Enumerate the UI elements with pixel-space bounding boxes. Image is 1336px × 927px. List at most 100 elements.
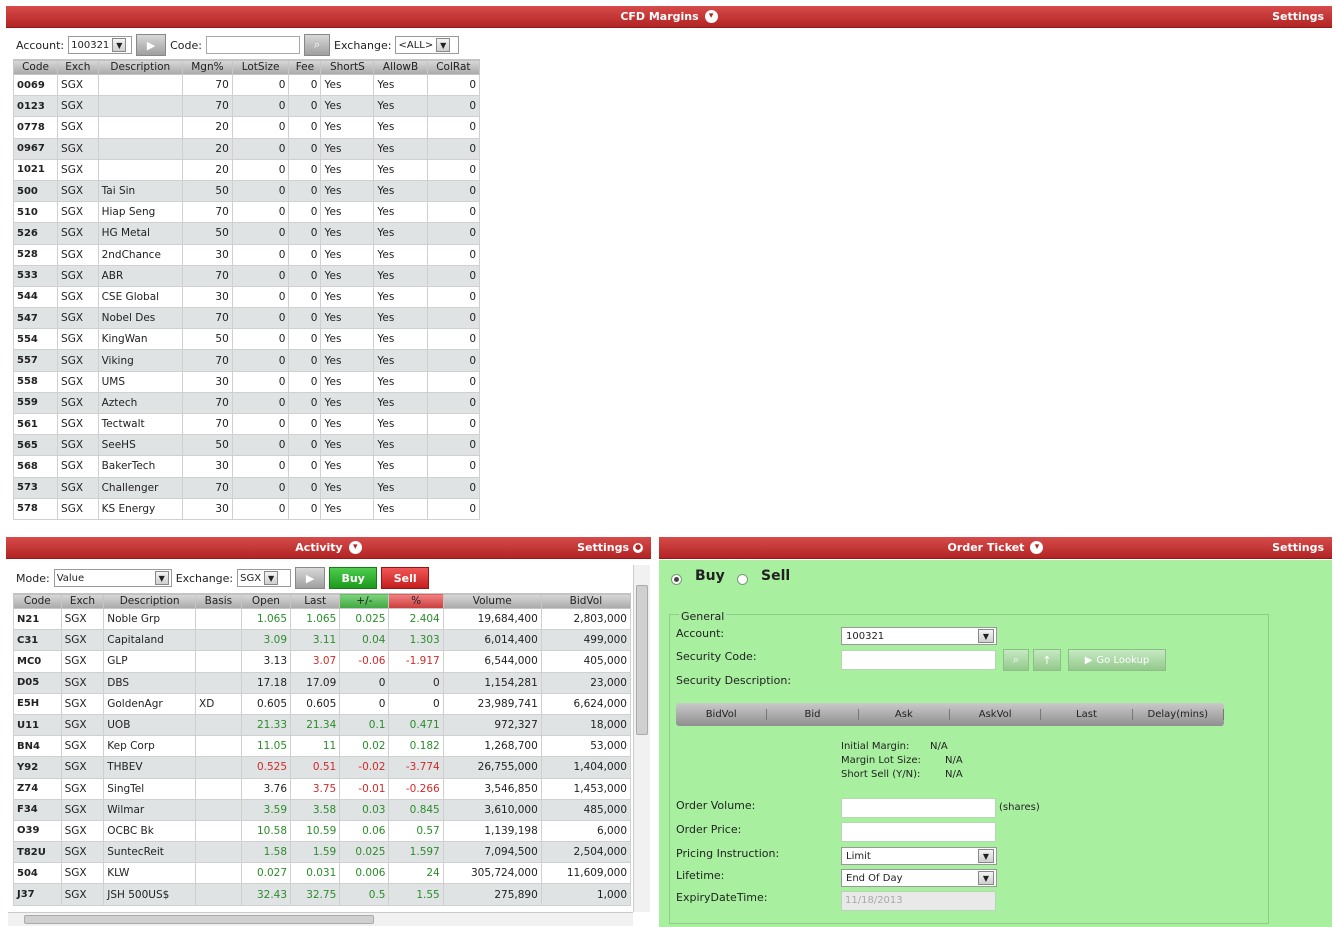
column-header[interactable]: ColRat <box>426 59 481 75</box>
table-row[interactable]: 0069 SGX 70 0 0 Yes Yes 0 <box>12 73 481 97</box>
column-header[interactable]: Basis <box>195 593 242 609</box>
security-code-input[interactable] <box>841 650 996 670</box>
sell-radio[interactable] <box>737 574 748 585</box>
cfd-toolbar: Account: 100321 ▼ ▶ Code: ⌕ Exchange: <A… <box>16 34 460 56</box>
table-cell: JSH 500US$ <box>103 883 196 906</box>
table-cell <box>97 116 184 139</box>
order-settings-button[interactable]: Settings <box>1272 541 1324 554</box>
table-row[interactable]: BN4 SGX Kep Corp 11.05 11 0.02 0.182 1,268,700 5… <box>13 735 632 758</box>
table-row[interactable]: O39 SGX OCBC Bk 10.58 10.59 0.06 0.57 1,139,198… <box>13 819 632 843</box>
table-cell: 30 <box>182 497 233 520</box>
table-row[interactable]: E5H SGX GoldenAgr XD 0.605 0.605 0 0 23,989,741 6… <box>13 692 632 715</box>
buy-radio[interactable] <box>671 574 682 585</box>
table-cell: 70 <box>182 391 233 415</box>
column-header[interactable]: Mgn% <box>182 59 233 75</box>
order-volume-input[interactable] <box>841 798 996 818</box>
collapse-icon[interactable]: ▾ <box>348 541 362 554</box>
table-cell: 50 <box>182 434 233 457</box>
table-row[interactable]: D05 SGX DBS 17.18 17.09 0 0 1,154,281 23,000 <box>13 671 632 694</box>
table-row[interactable]: F34 SGX Wilmar 3.59 3.58 0.03 0.845 3,610,000 48… <box>13 798 632 821</box>
activity-exchange-value: SGX <box>240 572 262 584</box>
table-row[interactable]: Z74 SGX SingTel 3.76 3.75 -0.01 -0.266 3,546,85… <box>13 777 632 800</box>
table-row[interactable]: C31 SGX Capitaland 3.09 3.11 0.04 1.303 6,014,4… <box>13 629 632 652</box>
column-header[interactable]: BidVol <box>540 593 632 609</box>
code-input[interactable] <box>206 36 300 54</box>
column-header[interactable]: Open <box>240 593 292 609</box>
column-header[interactable]: Exch <box>60 593 105 609</box>
table-row[interactable]: 559 SGX Aztech 70 0 0 Yes Yes 0 <box>12 391 481 415</box>
table-row[interactable]: 1021 SGX 20 0 0 Yes Yes 0 <box>12 158 481 181</box>
table-row[interactable]: 544 SGX CSE Global 30 0 0 Yes Yes 0 <box>12 285 481 309</box>
order-price-input[interactable] <box>841 822 996 842</box>
activity-vertical-scrollbar[interactable] <box>633 565 650 912</box>
table-row[interactable]: 504 SGX KLW 0.027 0.031 0.006 24 305,724,000 11,… <box>13 862 632 885</box>
table-row[interactable]: 578 SGX KS Energy 30 0 0 Yes Yes 0 <box>12 497 481 520</box>
security-search-button[interactable]: ⌕ <box>1003 649 1029 671</box>
table-row[interactable]: 554 SGX KingWan 50 0 0 Yes Yes 0 <box>12 328 481 351</box>
exchange-select[interactable]: <ALL> ▼ <box>395 36 460 54</box>
column-header[interactable]: Code <box>12 59 59 75</box>
table-row[interactable]: 500 SGX Tai Sin 50 0 0 Yes Yes 0 <box>12 179 481 203</box>
table-row[interactable]: 510 SGX Hiap Seng 70 0 0 Yes Yes 0 <box>12 201 481 224</box>
go-button[interactable]: ▶ <box>136 34 167 56</box>
activity-exchange-select[interactable]: SGX ▼ <box>237 569 292 587</box>
table-cell: SGX <box>60 650 105 673</box>
column-header[interactable]: Volume <box>442 593 542 609</box>
order-account-select[interactable]: 100321 ▼ <box>841 627 997 645</box>
column-header[interactable]: LotSize <box>231 59 290 75</box>
buy-button[interactable]: Buy <box>329 567 378 589</box>
column-header[interactable]: % <box>388 593 444 609</box>
cfd-settings-button[interactable]: Settings <box>1272 10 1324 23</box>
table-row[interactable]: 561 SGX Tectwalt 70 0 0 Yes Yes 0 <box>12 412 481 436</box>
table-row[interactable]: 573 SGX Challenger 70 0 0 Yes Yes 0 <box>12 476 481 499</box>
column-header[interactable]: Code <box>13 593 62 609</box>
column-header[interactable]: Fee <box>288 59 322 75</box>
column-header[interactable]: AllowB <box>373 59 428 75</box>
table-row[interactable]: MC0 SGX GLP 3.13 3.07 -0.06 -1.917 6,544,000 405… <box>13 650 632 673</box>
table-row[interactable]: 568 SGX BakerTech 30 0 0 Yes Yes 0 <box>12 455 481 478</box>
table-cell: 17.18 <box>240 671 292 694</box>
table-row[interactable]: 558 SGX UMS 30 0 0 Yes Yes 0 <box>12 370 481 393</box>
table-row[interactable]: 547 SGX Nobel Des 70 0 0 Yes Yes 0 <box>12 307 481 330</box>
table-row[interactable]: 0967 SGX 20 0 0 Yes Yes 0 <box>12 137 481 160</box>
table-cell: 30 <box>182 370 233 393</box>
table-row[interactable]: T82U SGX SuntecReit 1.58 1.59 0.025 1.597 7,094… <box>13 841 632 864</box>
table-row[interactable]: Y92 SGX THBEV 0.525 0.51 -0.02 -3.774 26,755,00… <box>13 756 632 779</box>
table-row[interactable]: U11 SGX UOB 21.33 21.34 0.1 0.471 972,327 18,000 <box>13 713 632 737</box>
table-row[interactable]: 526 SGX HG Metal 50 0 0 Yes Yes 0 <box>12 222 481 245</box>
table-row[interactable]: 528 SGX 2ndChance 30 0 0 Yes Yes 0 <box>12 243 481 266</box>
column-header[interactable]: ShortS <box>320 59 375 75</box>
table-row[interactable]: 0778 SGX 20 0 0 Yes Yes 0 <box>12 116 481 139</box>
mode-select[interactable]: Value ▼ <box>53 569 172 587</box>
table-cell: 0 <box>426 264 481 287</box>
table-row[interactable]: 557 SGX Viking 70 0 0 Yes Yes 0 <box>12 349 481 372</box>
lifetime-select[interactable]: End Of Day ▼ <box>841 869 997 887</box>
table-cell: GoldenAgr <box>103 692 196 715</box>
table-row[interactable]: 0123 SGX 70 0 0 Yes Yes 0 <box>12 95 481 118</box>
account-select[interactable]: 100321 ▼ <box>68 36 133 54</box>
column-header[interactable]: +/- <box>339 593 390 609</box>
security-refresh-button[interactable]: ↑ <box>1033 649 1061 671</box>
pricing-select[interactable]: Limit ▼ <box>841 847 997 865</box>
table-row[interactable]: J37 SGX JSH 500US$ 32.43 32.75 0.5 1.55 275,890… <box>13 883 632 906</box>
margin-lot-value: N/A <box>945 755 963 766</box>
table-row[interactable]: N21 SGX Noble Grp 1.065 1.065 0.025 2.404 19,68… <box>13 607 632 631</box>
collapse-icon[interactable]: ▾ <box>1030 541 1044 554</box>
table-row[interactable]: 533 SGX ABR 70 0 0 Yes Yes 0 <box>12 264 481 287</box>
collapse-icon[interactable]: ▾ <box>704 10 718 23</box>
sell-button[interactable]: Sell <box>381 567 430 589</box>
go-button[interactable]: ▶ <box>295 567 326 589</box>
activity-horizontal-scrollbar[interactable] <box>8 912 633 926</box>
activity-settings-button[interactable]: Settings ● <box>577 541 643 554</box>
scroll-thumb[interactable] <box>636 585 648 735</box>
go-lookup-button[interactable]: ▶ Go Lookup <box>1068 649 1166 671</box>
search-button[interactable]: ⌕ <box>304 34 330 56</box>
column-header[interactable]: Exch <box>57 59 99 75</box>
table-row[interactable]: 565 SGX SeeHS 50 0 0 Yes Yes 0 <box>12 434 481 457</box>
table-cell: 0 <box>288 307 322 330</box>
table-cell <box>195 862 242 885</box>
column-header[interactable]: Description <box>97 59 184 75</box>
column-header[interactable]: Last <box>290 593 341 609</box>
column-header[interactable]: Description <box>103 593 196 609</box>
scroll-thumb[interactable] <box>24 915 374 924</box>
